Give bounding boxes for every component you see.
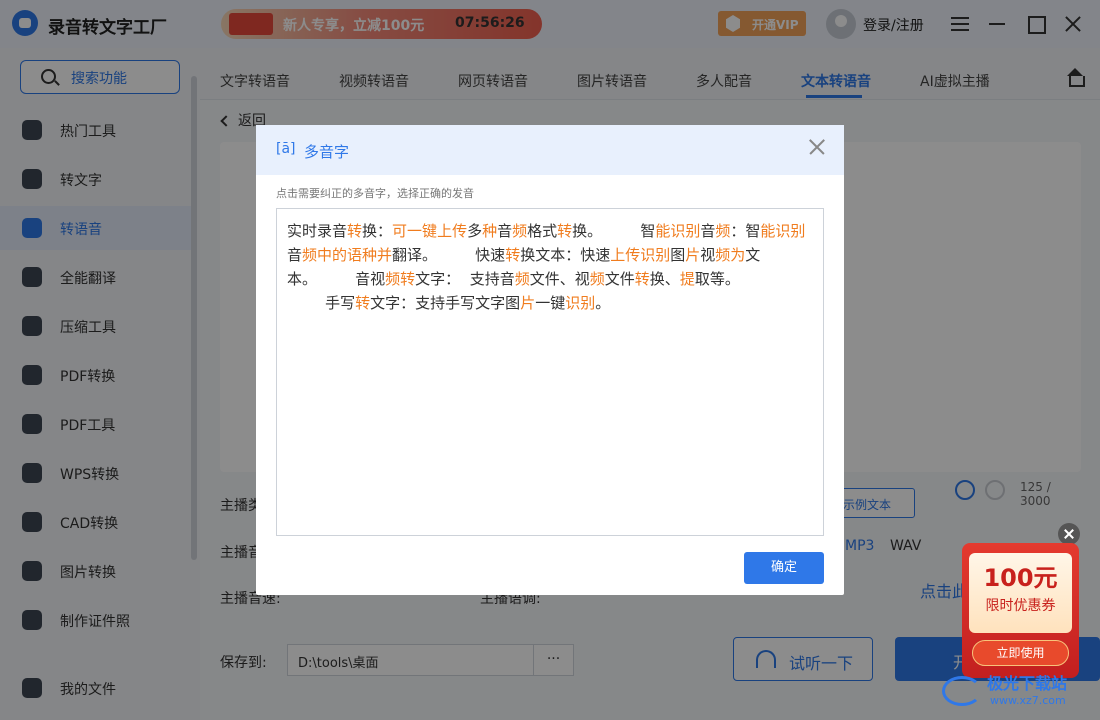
coupon-close-icon[interactable] (1058, 523, 1080, 545)
polyphone-char[interactable]: 转 (347, 222, 362, 240)
text-segment: 文字： 支持音 (415, 270, 515, 288)
polyphone-char[interactable]: 转 (505, 246, 520, 264)
polyphone-char[interactable]: 能识别 (655, 222, 700, 240)
text-segment: 多 (467, 222, 483, 240)
confirm-button[interactable]: 确定 (744, 552, 824, 584)
text-segment: 翻译。 快速 (392, 246, 506, 264)
pinyin-icon: [ā] (276, 141, 296, 157)
coupon-amount: 100元 (983, 564, 1058, 592)
text-segment: 取等。 (694, 270, 740, 288)
polyphone-char[interactable]: 频 (512, 222, 527, 240)
watermark: 极光下载站 www.xz7.com (942, 668, 1092, 718)
text-segment: 换、 (649, 270, 680, 288)
dialog-title: 多音字 (304, 143, 350, 161)
polyphone-char[interactable]: 提 (680, 270, 695, 288)
polyphone-char[interactable]: 种 (482, 222, 497, 240)
text-segment: 视 (700, 246, 716, 264)
polyphone-dialog: [ā] 多音字 点击需要纠正的多音字，选择正确的发音 实时录音转换：可一键上传多… (256, 125, 844, 595)
polyphone-text-area[interactable]: 实时录音转换：可一键上传多种音频格式转换。 智能识别音频：智能识别音频中的语种并… (276, 208, 824, 536)
polyphone-char[interactable]: 能识别 (760, 222, 805, 240)
polyphone-char[interactable]: 转 (557, 222, 572, 240)
watermark-text: 极光下载站 (987, 674, 1068, 693)
text-segment: ：智 (730, 222, 761, 240)
text-segment: 文件 (604, 270, 635, 288)
coupon-card: 100元 限时优惠券 (969, 553, 1072, 633)
text-segment: 实时录音 (287, 222, 348, 240)
text-segment: 换。 智 (572, 222, 656, 240)
use-coupon-button[interactable]: 立即使用 (972, 640, 1069, 666)
watermark-logo-icon (942, 676, 982, 706)
text-segment: 图 (670, 246, 686, 264)
text-segment: 音 (497, 222, 513, 240)
polyphone-char[interactable]: 频为 (715, 246, 745, 264)
polyphone-char[interactable]: 可一键 (392, 222, 437, 240)
polyphone-char[interactable]: 频 (590, 270, 605, 288)
polyphone-char[interactable]: 转 (635, 270, 650, 288)
polyphone-char[interactable]: 频 (515, 270, 530, 288)
coupon-popup[interactable]: 100元 限时优惠券 立即使用 (962, 543, 1079, 678)
text-segment: 音 (700, 222, 716, 240)
text-segment: 一键 (535, 294, 566, 312)
text-segment: 。 (595, 294, 611, 312)
polyphone-char[interactable]: 上传识别 (610, 246, 670, 264)
text-segment: 手写 (287, 294, 356, 312)
dialog-hint: 点击需要纠正的多音字，选择正确的发音 (276, 187, 474, 200)
coupon-desc: 限时优惠券 (985, 598, 1056, 614)
dialog-header: [ā] 多音字 (256, 125, 844, 175)
polyphone-char[interactable]: 识别 (565, 294, 595, 312)
dialog-close-icon[interactable] (807, 137, 827, 157)
polyphone-char[interactable]: 上传 (437, 222, 467, 240)
text-segment: 格式 (527, 222, 558, 240)
text-segment: 换文本：快速 (520, 246, 611, 264)
polyphone-char[interactable]: 频中的语种并 (302, 246, 392, 264)
polyphone-char[interactable]: 频 (715, 222, 730, 240)
polyphone-char[interactable]: 转 (355, 294, 370, 312)
polyphone-char[interactable]: 片 (685, 246, 700, 264)
text-segment: 换： (362, 222, 393, 240)
polyphone-char[interactable]: 片 (520, 294, 535, 312)
text-segment: 文字：支持手写文字图 (370, 294, 521, 312)
text-segment: 音 (287, 246, 303, 264)
polyphone-char[interactable]: 频转 (385, 270, 415, 288)
watermark-url: www.xz7.com (990, 694, 1066, 707)
text-segment: 文件、视 (529, 270, 590, 288)
